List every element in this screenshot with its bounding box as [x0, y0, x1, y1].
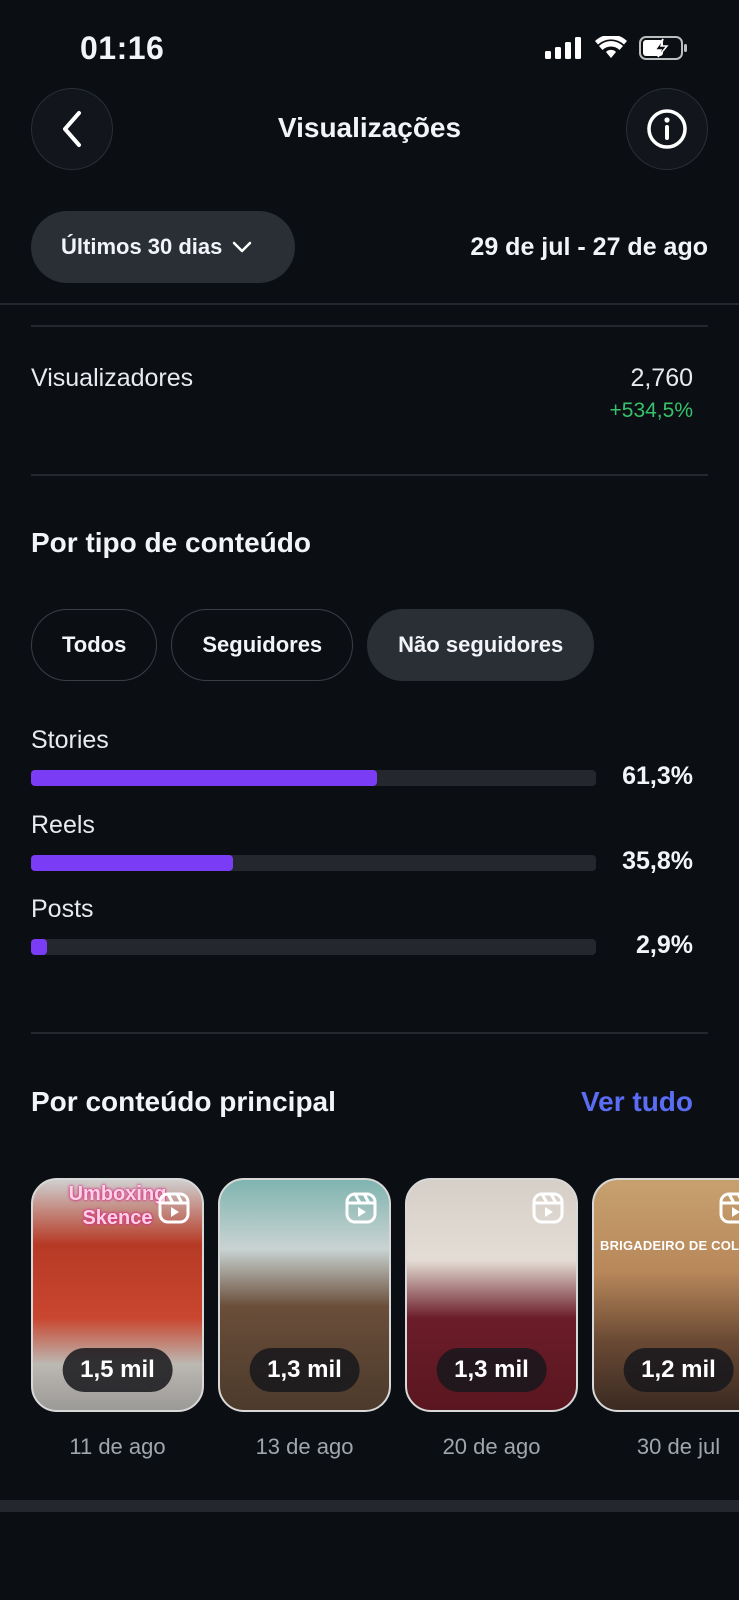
bar-label: Stories	[31, 726, 109, 754]
reel-icon	[345, 1192, 377, 1224]
views-count: 1,2 mil	[623, 1348, 734, 1392]
range-dropdown[interactable]: Últimos 30 dias	[31, 211, 295, 283]
tab-nao-seguidores[interactable]: Não seguidores	[367, 609, 595, 681]
bar-track	[31, 855, 596, 871]
content-type-title: Por tipo de conteúdo	[31, 527, 311, 558]
views-count: 1,3 mil	[436, 1348, 547, 1392]
content-thumbnail[interactable]: BRIGADEIRO DE COLH 1,2 mil	[592, 1178, 739, 1412]
battery-icon	[639, 36, 687, 60]
bar-label: Posts	[31, 895, 94, 923]
content-date: 30 de jul	[636, 1434, 721, 1459]
header: Visualizações	[0, 88, 739, 172]
top-content-carousel: Umboxing Skence 1,5 mil 11 de ago 1,3 mi…	[31, 1178, 739, 1460]
signal-icon	[545, 37, 581, 59]
header-divider	[0, 303, 739, 305]
content-thumbnail[interactable]: 1,3 mil	[218, 1178, 391, 1412]
content-card[interactable]: 1,3 mil 20 de ago	[405, 1178, 578, 1460]
views-count: 1,5 mil	[62, 1348, 173, 1392]
content-bar-posts: Posts 2,9%	[31, 895, 693, 959]
date-filter-row: Últimos 30 dias 29 de jul - 27 de ago	[31, 211, 708, 283]
content-bar-reels: Reels 35,8%	[31, 811, 693, 875]
bar-track	[31, 770, 596, 786]
info-icon	[647, 109, 687, 149]
bar-track	[31, 939, 596, 955]
viewers-change: +534,5%	[609, 399, 694, 422]
bar-fill	[31, 939, 48, 955]
reel-icon	[532, 1192, 564, 1224]
info-button[interactable]	[626, 88, 708, 170]
divider	[31, 474, 708, 476]
content-card[interactable]: BRIGADEIRO DE COLH 1,2 mil 30 de jul	[592, 1178, 739, 1460]
bar-label: Reels	[31, 811, 95, 839]
content-date: 11 de ago	[69, 1434, 166, 1459]
bar-fill	[31, 855, 234, 871]
audience-tabs: Todos Seguidores Não seguidores	[31, 609, 595, 681]
divider	[31, 325, 708, 327]
tab-seguidores[interactable]: Seguidores	[171, 609, 354, 681]
chevron-down-icon	[233, 241, 252, 253]
tab-todos[interactable]: Todos	[31, 609, 158, 681]
content-date: 13 de ago	[255, 1434, 354, 1459]
content-card[interactable]: Umboxing Skence 1,5 mil 11 de ago	[31, 1178, 204, 1460]
thumbnail-overlay-text: BRIGADEIRO DE COLH	[600, 1238, 739, 1253]
wifi-icon	[595, 36, 627, 58]
content-date: 20 de ago	[442, 1434, 541, 1459]
content-thumbnail[interactable]: Umboxing Skence 1,5 mil	[31, 1178, 204, 1412]
range-label: Últimos 30 dias	[61, 234, 223, 259]
top-content-title: Por conteúdo principal	[31, 1086, 336, 1117]
status-bar: 01:16	[0, 0, 739, 90]
bar-fill	[31, 770, 378, 786]
viewers-value: 2,760	[630, 364, 693, 392]
content-bar-stories: Stories 61,3%	[31, 726, 693, 790]
bar-percent: 2,9%	[636, 931, 693, 959]
bar-percent: 35,8%	[622, 847, 693, 875]
divider	[31, 1032, 708, 1034]
content-thumbnail[interactable]: 1,3 mil	[405, 1178, 578, 1412]
viewers-label: Visualizadores	[31, 364, 194, 392]
status-icons	[545, 36, 689, 60]
reel-icon	[719, 1192, 739, 1224]
views-count: 1,3 mil	[249, 1348, 360, 1392]
bottom-divider	[0, 1500, 739, 1512]
date-range: 29 de jul - 27 de ago	[470, 233, 708, 261]
reel-icon	[158, 1192, 190, 1224]
status-time: 01:16	[80, 30, 165, 66]
content-card[interactable]: 1,3 mil 13 de ago	[218, 1178, 391, 1460]
see-all-link[interactable]: Ver tudo	[581, 1086, 693, 1118]
bar-percent: 61,3%	[622, 762, 693, 790]
